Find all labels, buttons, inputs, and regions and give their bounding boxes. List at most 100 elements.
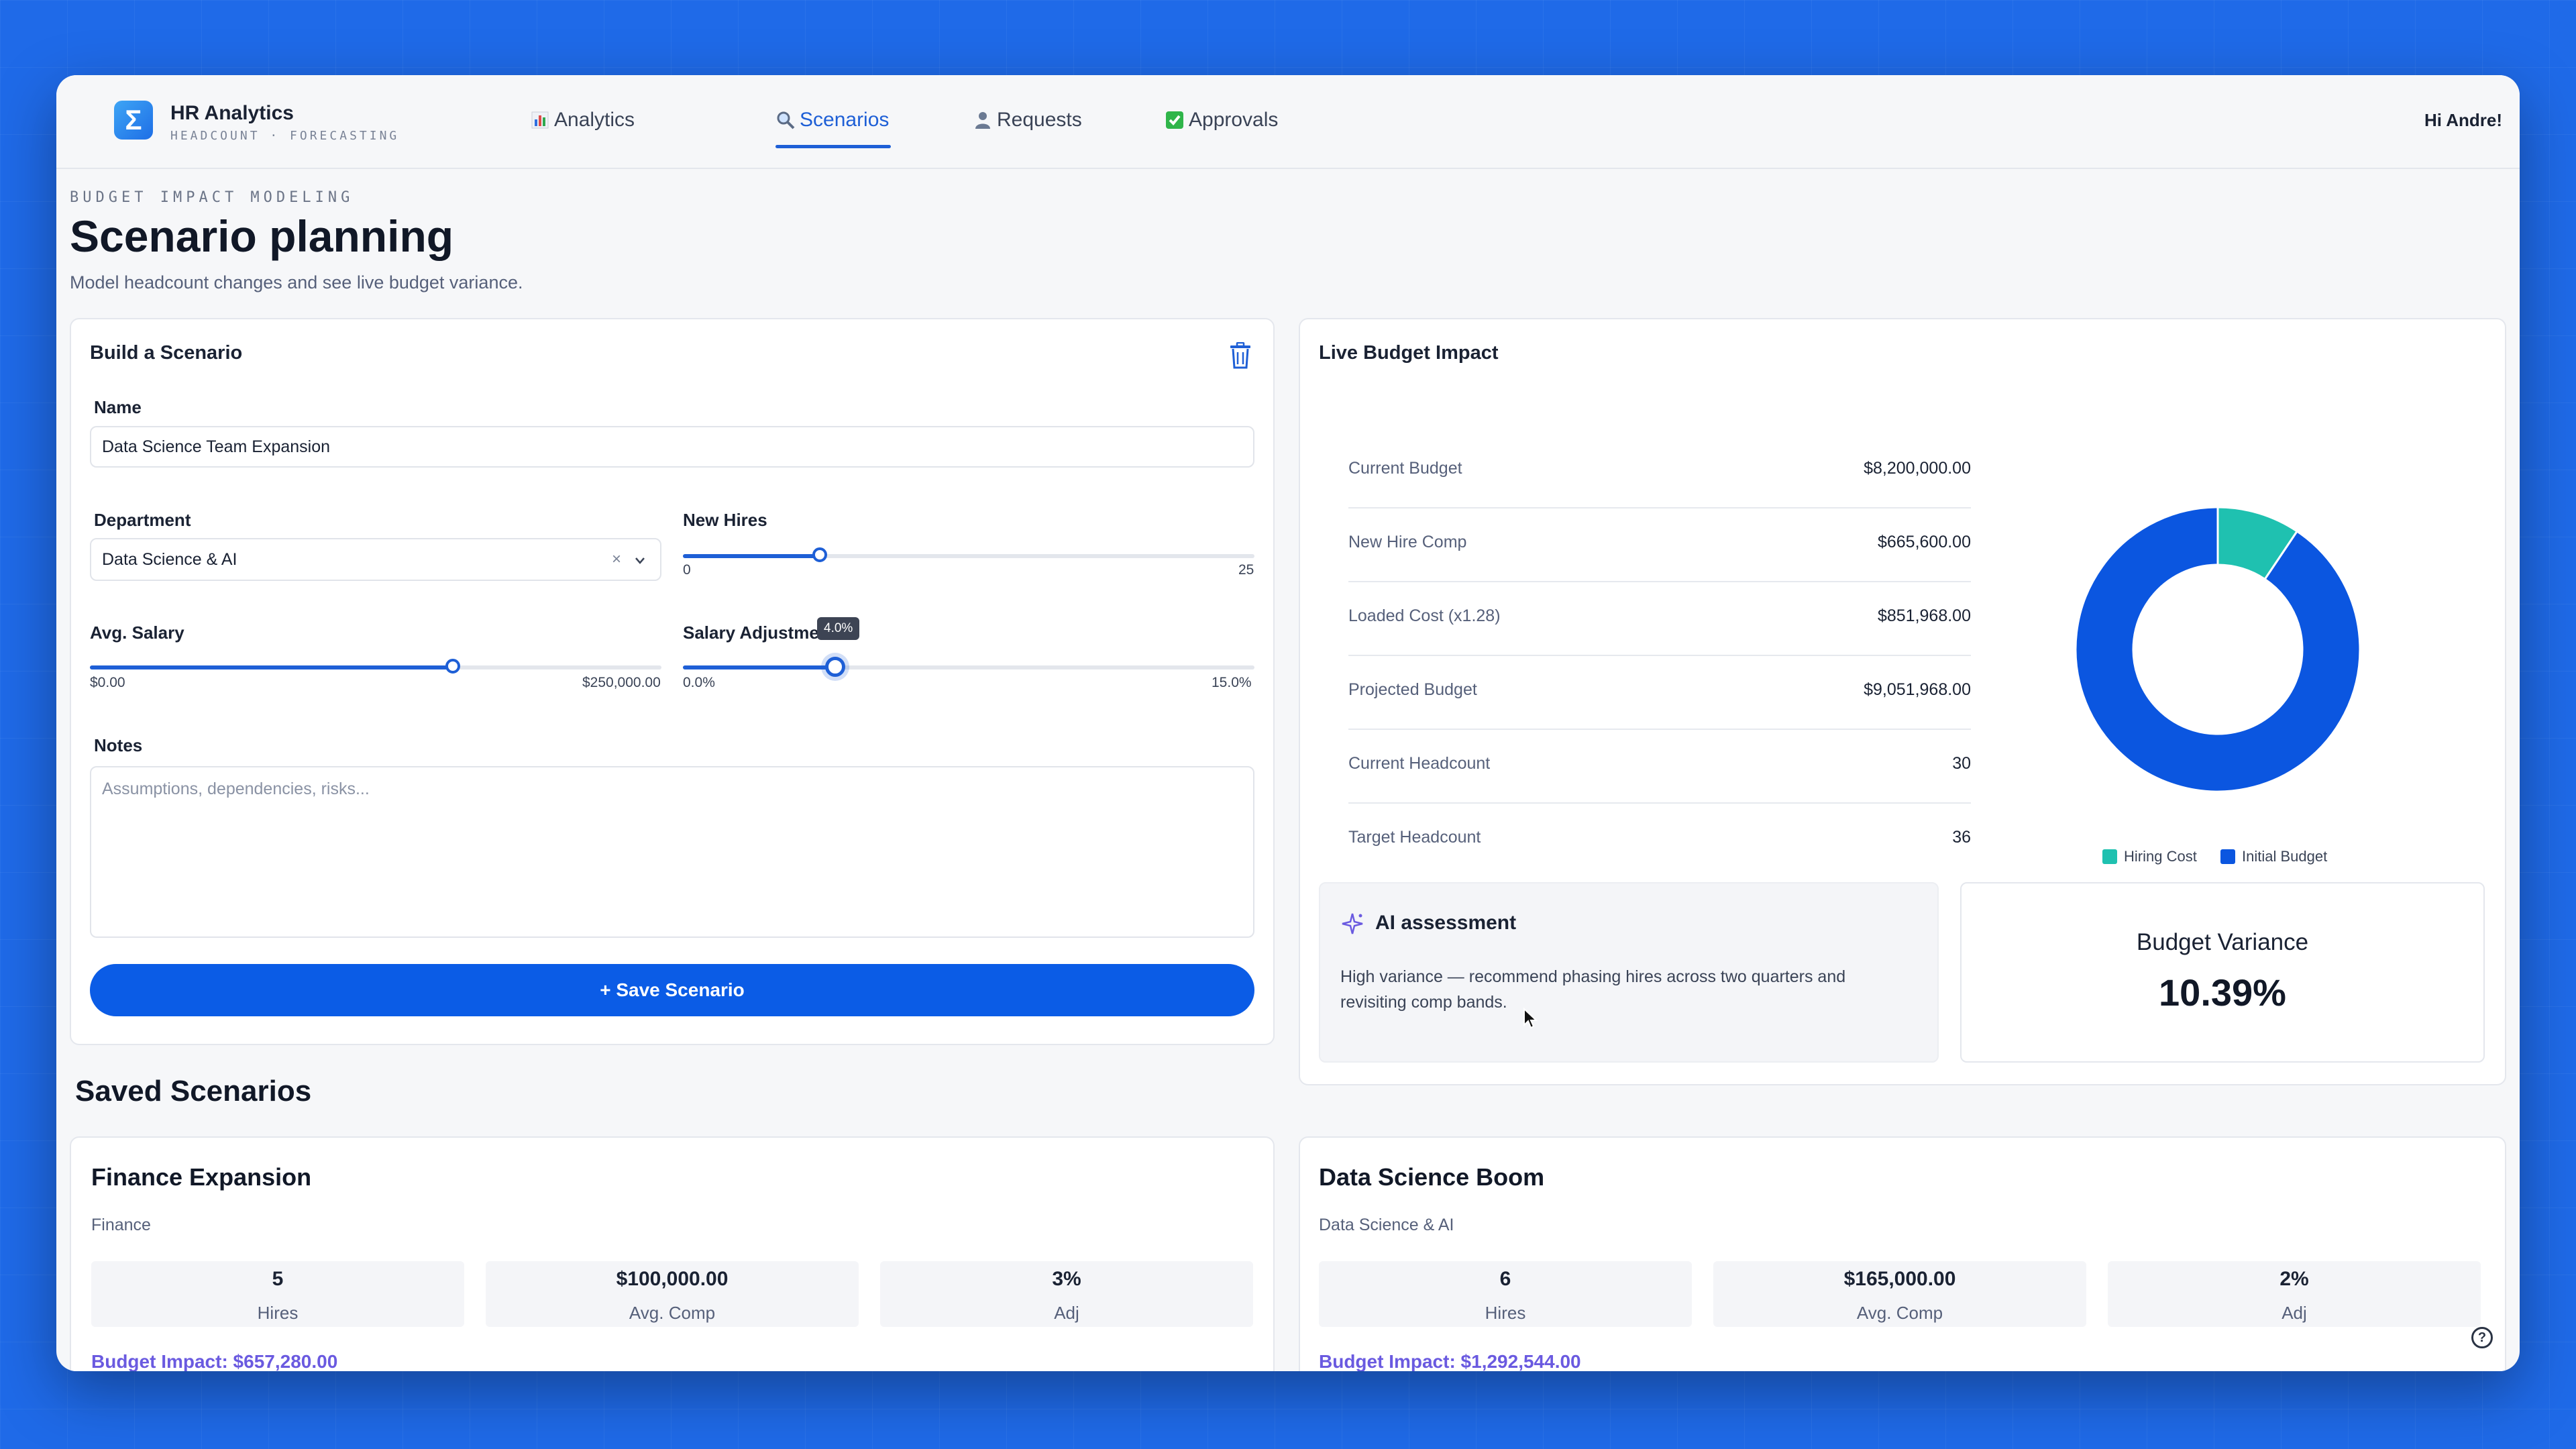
saved-stat-label: Adj xyxy=(1054,1303,1079,1323)
scenario-name-input[interactable]: Data Science Team Expansion xyxy=(90,426,1254,468)
new-hires-min: 0 xyxy=(683,562,691,578)
impact-row-value: $665,600.00 xyxy=(1877,533,1971,551)
avg-salary-min: $0.00 xyxy=(90,675,125,690)
salary-adjustment-slider-fill xyxy=(683,665,836,669)
ai-assessment-box: AI assessment High variance — recommend … xyxy=(1319,882,1939,1063)
impact-row-label: New Hire Comp xyxy=(1348,533,1467,551)
nav-scenarios[interactable]: Scenarios xyxy=(775,109,889,131)
clear-icon[interactable]: × xyxy=(612,550,621,569)
new-hires-label: New Hires xyxy=(683,510,767,530)
saved-stat-label: Adj xyxy=(2282,1303,2307,1323)
budget-variance-box: Budget Variance 10.39% xyxy=(1960,882,2485,1063)
salary-adjustment-label: Salary Adjustment xyxy=(683,623,836,643)
magnifier-icon xyxy=(777,111,795,129)
avg-salary-slider-thumb[interactable] xyxy=(445,659,461,674)
impact-row-value: $9,051,968.00 xyxy=(1864,680,1971,699)
impact-row-projected-budget: Projected Budget $9,051,968.00 xyxy=(1348,655,1971,730)
impact-row-label: Loaded Cost (x1.28) xyxy=(1348,606,1501,625)
saved-scenario-name: Finance Expansion xyxy=(91,1163,312,1191)
nav-requests-label: Requests xyxy=(997,109,1082,131)
new-hires-slider-fill xyxy=(683,554,820,558)
scenario-name-value: Data Science Team Expansion xyxy=(102,437,331,456)
impact-row-label: Target Headcount xyxy=(1348,828,1481,847)
saved-scenario-budget-impact: Budget Impact: $1,292,544.00 xyxy=(1319,1351,1581,1371)
saved-stat-value: 5 xyxy=(272,1268,284,1290)
legend-hiring-cost: Hiring Cost xyxy=(2102,848,2197,865)
nav-approvals-label: Approvals xyxy=(1189,109,1279,131)
department-label: Department xyxy=(94,510,191,530)
saved-stat-value: 3% xyxy=(1052,1268,1081,1290)
avg-salary-max: $250,000.00 xyxy=(582,675,661,690)
saved-stat-hires: 6 Hires xyxy=(1319,1261,1692,1327)
impact-row-value: $851,968.00 xyxy=(1877,606,1971,625)
save-scenario-button[interactable]: + Save Scenario xyxy=(90,964,1254,1016)
saved-scenario-name: Data Science Boom xyxy=(1319,1163,1545,1191)
new-hires-max: 25 xyxy=(1238,562,1254,578)
impact-row-value: $8,200,000.00 xyxy=(1864,459,1971,478)
user-greeting[interactable]: Hi Andre! xyxy=(2424,110,2502,131)
salary-adjustment-min: 0.0% xyxy=(683,675,715,690)
bar-chart-icon xyxy=(531,111,549,129)
saved-stat-value: $165,000.00 xyxy=(1843,1268,1956,1290)
legend-swatch-hiring-cost xyxy=(2102,849,2117,864)
page-eyebrow: BUDGET IMPACT MODELING xyxy=(70,189,354,206)
avg-salary-slider[interactable] xyxy=(90,659,661,674)
saved-stat-value: 6 xyxy=(1499,1268,1511,1290)
saved-stat-value: 2% xyxy=(2279,1268,2309,1290)
saved-stat-avg-comp: $165,000.00 Avg. Comp xyxy=(1713,1261,2086,1327)
impact-row-label: Current Headcount xyxy=(1348,754,1491,773)
department-value: Data Science & AI xyxy=(102,549,237,569)
legend-label-initial-budget: Initial Budget xyxy=(2242,848,2328,865)
ai-assessment-title: AI assessment xyxy=(1375,912,1517,934)
salary-adjustment-slider[interactable] xyxy=(683,657,1254,677)
impact-row-label: Projected Budget xyxy=(1348,680,1477,699)
impact-row-loaded-cost: Loaded Cost (x1.28) $851,968.00 xyxy=(1348,581,1971,656)
help-icon[interactable]: ? xyxy=(2471,1327,2493,1348)
nav-approvals[interactable]: Approvals xyxy=(1165,109,1278,131)
avg-salary-slider-fill xyxy=(90,665,453,669)
nav-analytics-label: Analytics xyxy=(554,109,635,131)
build-scenario-title: Build a Scenario xyxy=(90,342,243,364)
impact-row-label: Current Budget xyxy=(1348,459,1462,478)
saved-stat-label: Hires xyxy=(1485,1303,1526,1323)
nav-analytics[interactable]: Analytics xyxy=(530,109,635,131)
new-hires-slider[interactable] xyxy=(683,547,1254,562)
app-title: HR Analytics xyxy=(170,102,294,124)
saved-stat-avg-comp: $100,000.00 Avg. Comp xyxy=(486,1261,859,1327)
impact-row-value: 30 xyxy=(1952,754,1971,773)
app-window: Σ HR Analytics HEADCOUNT · FORECASTING A… xyxy=(56,75,2520,1371)
saved-stat-label: Avg. Comp xyxy=(629,1303,716,1323)
notes-textarea[interactable]: Assumptions, dependencies, risks... xyxy=(90,766,1254,938)
mouse-cursor-icon xyxy=(1523,1008,1538,1029)
department-select[interactable]: Data Science & AI × xyxy=(90,538,661,581)
avg-salary-label: Avg. Salary xyxy=(90,623,184,643)
ai-assessment-text: High variance — recommend phasing hires … xyxy=(1340,967,1846,1012)
impact-row-value: 36 xyxy=(1952,828,1971,847)
nav-requests[interactable]: Requests xyxy=(973,109,1082,131)
donut-slice-initial-budget[interactable] xyxy=(2074,506,2361,793)
trash-icon[interactable] xyxy=(1229,342,1252,369)
saved-stat-adj: 2% Adj xyxy=(2108,1261,2481,1327)
saved-stat-hires: 5 Hires xyxy=(91,1261,464,1327)
checkbox-icon xyxy=(1166,111,1183,129)
top-bar: Σ HR Analytics HEADCOUNT · FORECASTING A… xyxy=(56,75,2520,169)
person-icon xyxy=(975,112,990,129)
page-subtitle: Model headcount changes and see live bud… xyxy=(70,272,523,292)
impact-row-new-hire-comp: New Hire Comp $665,600.00 xyxy=(1348,507,1971,582)
chevron-down-icon[interactable] xyxy=(635,557,645,565)
impact-row-target-headcount: Target Headcount 36 xyxy=(1348,802,1971,876)
saved-scenarios-title: Saved Scenarios xyxy=(75,1075,312,1108)
name-label: Name xyxy=(94,397,142,417)
legend-label-hiring-cost: Hiring Cost xyxy=(2124,848,2197,865)
notes-placeholder: Assumptions, dependencies, risks... xyxy=(102,780,370,798)
saved-stat-label: Hires xyxy=(257,1303,299,1323)
legend-initial-budget: Initial Budget xyxy=(2220,848,2327,865)
live-budget-impact-title: Live Budget Impact xyxy=(1319,342,1499,364)
saved-scenario-department: Finance xyxy=(91,1216,151,1234)
sigma-logo-icon[interactable]: Σ xyxy=(114,101,153,140)
nav-active-indicator xyxy=(775,145,891,148)
salary-adjustment-tooltip: 4.0% xyxy=(817,617,860,640)
impact-row-current-budget: Current Budget $8,200,000.00 xyxy=(1348,433,1971,508)
salary-adjustment-slider-thumb[interactable] xyxy=(825,657,846,677)
budget-variance-label: Budget Variance xyxy=(2136,929,2309,955)
